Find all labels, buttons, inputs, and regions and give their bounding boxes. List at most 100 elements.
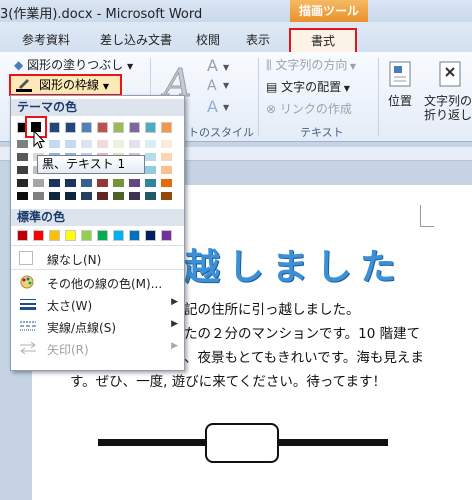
- theme-shade-swatch[interactable]: [49, 179, 60, 187]
- standard-color-swatch[interactable]: [113, 230, 124, 241]
- text-direction-icon: ⫼: [266, 58, 276, 72]
- theme-color-swatch[interactable]: [49, 122, 60, 133]
- dashes-item[interactable]: 実線/点線(S) ▶: [11, 315, 184, 337]
- shape-outline-button[interactable]: 図形の枠線 ▼: [9, 74, 122, 96]
- theme-shade-swatch[interactable]: [145, 153, 156, 161]
- document-heading: 越しました: [184, 247, 405, 288]
- theme-color-swatch[interactable]: [81, 122, 92, 133]
- theme-shade-swatch[interactable]: [33, 179, 44, 187]
- text-direction-button[interactable]: ⫼ 文字列の方向 ▼: [266, 56, 356, 73]
- standard-color-swatch[interactable]: [65, 230, 76, 241]
- text-align-button[interactable]: ▤ 文字の配置 ▼: [266, 78, 350, 95]
- theme-colors-header: テーマの色: [11, 99, 184, 116]
- theme-color-swatch[interactable]: [129, 122, 140, 133]
- create-link-button[interactable]: ⊗ リンクの作成: [266, 100, 352, 117]
- theme-shade-swatch[interactable]: [113, 192, 124, 200]
- theme-shade-swatch[interactable]: [65, 140, 76, 148]
- standard-color-swatch[interactable]: [17, 230, 28, 241]
- tab-references[interactable]: 参考資料: [22, 31, 70, 48]
- svg-text:A: A: [207, 56, 218, 75]
- submenu-arrow-icon: ▶: [171, 319, 178, 329]
- standard-color-swatch[interactable]: [97, 230, 108, 241]
- wrap-text-line2[interactable]: 折り返し: [424, 106, 472, 123]
- tab-view[interactable]: 表示: [246, 31, 270, 48]
- tab-review[interactable]: 校閲: [196, 31, 220, 48]
- standard-color-swatch[interactable]: [49, 230, 60, 241]
- theme-color-swatch[interactable]: [145, 122, 156, 133]
- line-weight-item[interactable]: 太さ(W) ▶: [11, 293, 184, 315]
- theme-shade-swatch[interactable]: [129, 192, 140, 200]
- theme-shade-swatch[interactable]: [145, 192, 156, 200]
- theme-shade-swatch[interactable]: [81, 192, 92, 200]
- window-title: 3(作業用).docx - Microsoft Word: [0, 7, 203, 22]
- theme-shade-swatch[interactable]: [81, 179, 92, 187]
- group-label-text: テキスト: [300, 126, 344, 139]
- ribbon-tab-bar: 参考資料 差し込み文書 校閲 表示: [0, 22, 472, 52]
- text-effects-icon[interactable]: A ▼: [205, 96, 235, 116]
- no-line-icon: [19, 251, 33, 265]
- arrows-item[interactable]: 矢印(R) ▶: [11, 337, 184, 359]
- theme-shade-swatch[interactable]: [17, 179, 28, 187]
- more-line-colors-item[interactable]: その他の線の色(M)...: [11, 271, 184, 293]
- theme-shade-swatch[interactable]: [65, 179, 76, 187]
- theme-shade-swatch[interactable]: [97, 179, 108, 187]
- theme-shade-swatch[interactable]: [129, 179, 140, 187]
- text-align-icon: ▤: [266, 80, 282, 94]
- svg-text:▼: ▼: [223, 103, 230, 112]
- standard-color-swatch[interactable]: [33, 230, 44, 241]
- shape-fill-button[interactable]: ◆ 図形の塗りつぶし ▼: [14, 56, 133, 73]
- theme-shade-swatch[interactable]: [17, 192, 28, 200]
- theme-shade-swatch[interactable]: [97, 140, 108, 148]
- diagram-rounded-box[interactable]: [205, 423, 279, 463]
- body-line-3: 、夜景もとてもきれいです。海も見えま: [184, 350, 424, 366]
- theme-shade-swatch[interactable]: [161, 153, 172, 161]
- svg-text:A: A: [207, 78, 217, 94]
- theme-shade-swatch[interactable]: [17, 153, 28, 161]
- text-outline-icon[interactable]: A ▼: [205, 76, 235, 94]
- menu-separator: [11, 269, 184, 270]
- pen-icon: [16, 79, 32, 92]
- standard-color-swatch[interactable]: [129, 230, 140, 241]
- theme-shade-swatch[interactable]: [161, 166, 172, 174]
- standard-color-swatch[interactable]: [161, 230, 172, 241]
- body-line-4: す。ぜひ、一度, 遊びに来てください。待ってます！: [70, 374, 386, 390]
- standard-color-swatch[interactable]: [81, 230, 92, 241]
- theme-shade-swatch[interactable]: [49, 140, 60, 148]
- theme-color-swatch[interactable]: [65, 122, 76, 133]
- position-icon[interactable]: [386, 60, 414, 88]
- theme-shade-swatch[interactable]: [113, 179, 124, 187]
- theme-shade-swatch[interactable]: [97, 192, 108, 200]
- theme-shade-swatch[interactable]: [81, 140, 92, 148]
- theme-shade-swatch[interactable]: [145, 166, 156, 174]
- no-line-item[interactable]: 線なし(N): [11, 247, 184, 269]
- color-palette-icon: [20, 275, 34, 289]
- standard-color-swatch[interactable]: [145, 230, 156, 241]
- group-label-wordart: トのスタイル: [188, 126, 254, 139]
- theme-shade-swatch[interactable]: [113, 140, 124, 148]
- theme-shade-swatch[interactable]: [145, 179, 156, 187]
- theme-shade-swatch[interactable]: [161, 192, 172, 200]
- wrap-text-icon[interactable]: [436, 60, 464, 88]
- chevron-down-icon: ▼: [127, 62, 134, 71]
- drawing-tools-label: 描画ツール: [290, 0, 368, 22]
- theme-shade-swatch[interactable]: [145, 140, 156, 148]
- position-button[interactable]: 位置: [388, 92, 412, 109]
- body-line-1: 記の住所に引っ越しました。: [184, 302, 360, 318]
- theme-shade-swatch[interactable]: [17, 140, 28, 148]
- theme-shade-swatch[interactable]: [33, 192, 44, 200]
- theme-shade-swatch[interactable]: [161, 179, 172, 187]
- theme-color-swatch[interactable]: [161, 122, 172, 133]
- tab-format[interactable]: 書式: [289, 28, 357, 55]
- theme-shade-swatch[interactable]: [17, 166, 28, 174]
- standard-colors-header: 標準の色: [11, 209, 184, 226]
- theme-shade-swatch[interactable]: [49, 192, 60, 200]
- theme-shade-swatch[interactable]: [65, 192, 76, 200]
- tab-mailings[interactable]: 差し込み文書: [100, 31, 172, 48]
- chevron-down-icon: ▼: [102, 82, 109, 91]
- theme-shade-swatch[interactable]: [161, 140, 172, 148]
- mouse-cursor-icon: [33, 130, 46, 149]
- text-fill-icon[interactable]: A ▼: [205, 56, 235, 76]
- theme-shade-swatch[interactable]: [129, 140, 140, 148]
- theme-color-swatch[interactable]: [113, 122, 124, 133]
- theme-color-swatch[interactable]: [97, 122, 108, 133]
